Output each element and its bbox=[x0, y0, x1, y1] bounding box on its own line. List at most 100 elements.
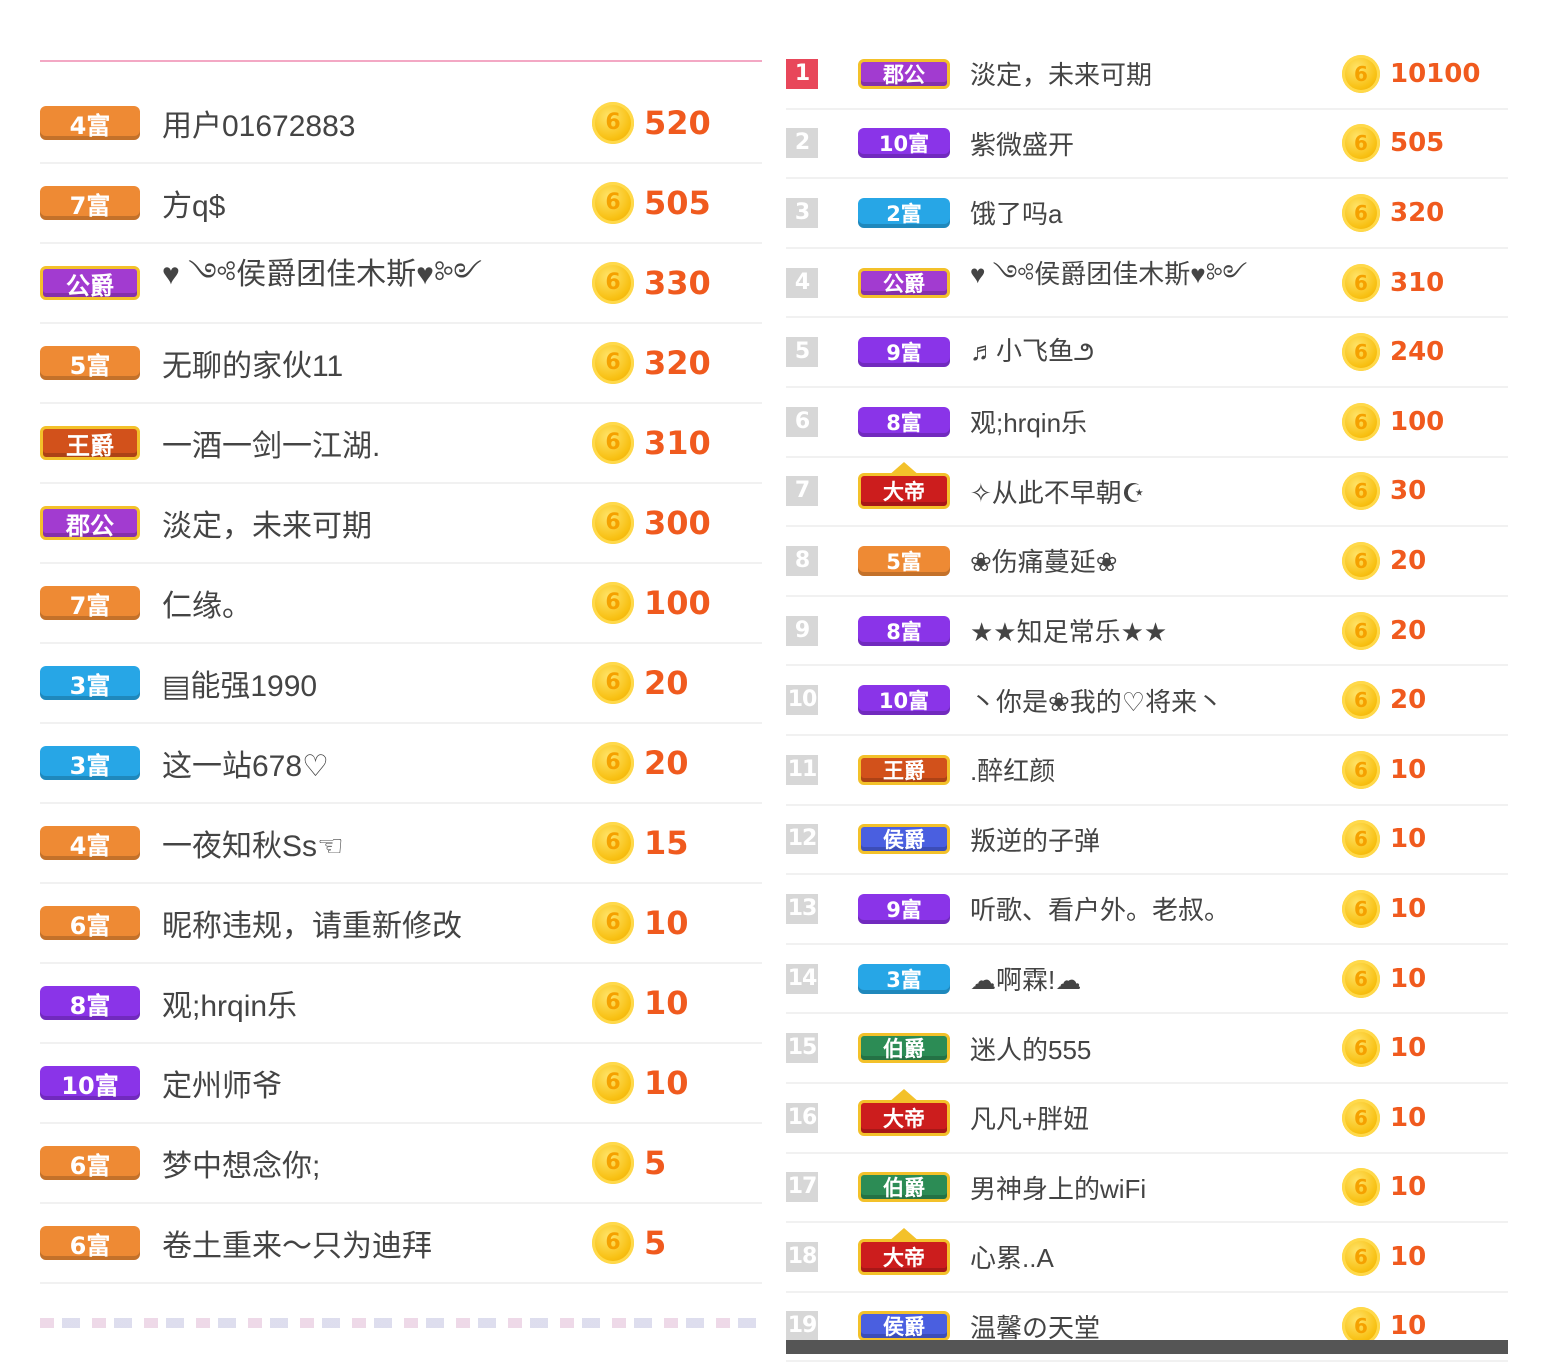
ranking-item[interactable]: 1 郡公 淡定，未来可期 6 10100 bbox=[786, 40, 1508, 110]
list-item[interactable]: 10富 定州师爷 6 10 bbox=[40, 1044, 762, 1124]
gift-amount: 30 bbox=[1390, 476, 1427, 507]
coin-icon: 6 bbox=[592, 502, 634, 544]
level-badge: 9富 bbox=[858, 893, 950, 924]
gift-value: 6 10 bbox=[592, 1062, 764, 1104]
ranking-item[interactable]: 13 9富 听歌、看户外。老叔。 6 10 bbox=[786, 875, 1508, 945]
level-badge: 郡公 bbox=[858, 58, 950, 89]
rank-number: 3 bbox=[786, 197, 818, 228]
gift-amount: 20 bbox=[644, 664, 689, 702]
gift-value: 6 10 bbox=[592, 982, 764, 1024]
level-badge: 王爵 bbox=[858, 754, 950, 785]
gift-value: 6 10 bbox=[1342, 889, 1510, 928]
ranking-item[interactable]: 4 公爵 ♥ ༺侯爵团佳木斯♥༻ 6 310 bbox=[786, 249, 1508, 319]
level-badge: 3富 bbox=[858, 963, 950, 994]
list-item[interactable]: 5富 无聊的家伙11 6 320 bbox=[40, 324, 762, 404]
ranking-item[interactable]: 6 8富 观;hrqin乐 6 100 bbox=[786, 388, 1508, 458]
list-item[interactable]: 7富 方q$ 6 505 bbox=[40, 164, 762, 244]
rank-number: 19 bbox=[786, 1311, 818, 1342]
ranking-item[interactable]: 14 3富 ☁啊霖!☁ 6 10 bbox=[786, 945, 1508, 1015]
level-badge: 郡公 bbox=[40, 506, 140, 540]
level-badge: 王爵 bbox=[40, 426, 140, 460]
ranking-item[interactable]: 7 大帝 ✧从此不早朝☪ 6 30 bbox=[786, 458, 1508, 528]
coin-icon: 6 bbox=[592, 1142, 634, 1184]
list-item[interactable]: 7富 仁缘。 6 100 bbox=[40, 564, 762, 644]
list-divider bbox=[40, 60, 762, 62]
gift-amount: 505 bbox=[644, 184, 711, 222]
level-badge: 4富 bbox=[40, 826, 140, 860]
ranking-item[interactable]: 17 伯爵 男神身上的wiFi 6 10 bbox=[786, 1154, 1508, 1224]
level-badge: 8富 bbox=[40, 986, 140, 1020]
level-badge: 大帝 bbox=[858, 473, 950, 510]
gift-value: 6 300 bbox=[592, 502, 764, 544]
rank-number: 7 bbox=[786, 476, 818, 507]
coin-icon: 6 bbox=[592, 902, 634, 944]
level-badge: 2富 bbox=[858, 197, 950, 228]
gift-amount: 10 bbox=[1390, 1102, 1427, 1133]
list-item[interactable]: 3富 这一站678♡ 6 20 bbox=[40, 724, 762, 804]
list-item[interactable]: 王爵 一酒一剑一江湖. 6 310 bbox=[40, 404, 762, 484]
ranking-item[interactable]: 18 大帝 心累..A 6 10 bbox=[786, 1223, 1508, 1293]
ranking-item[interactable]: 15 伯爵 迷人的555 6 10 bbox=[786, 1014, 1508, 1084]
rank-number: 18 bbox=[786, 1241, 818, 1272]
level-badge: 7富 bbox=[40, 586, 140, 620]
coin-icon: 6 bbox=[592, 102, 634, 144]
gift-value: 65 bbox=[592, 1222, 764, 1264]
list-item[interactable]: 郡公 淡定，未来可期 6 300 bbox=[40, 484, 762, 564]
coin-icon: 6 bbox=[1342, 472, 1380, 511]
coin-icon: 6 bbox=[1342, 1098, 1380, 1137]
ranking-item[interactable]: 2 10富 紫微盛开 6 505 bbox=[786, 110, 1508, 180]
coin-icon: 6 bbox=[1342, 333, 1380, 372]
rank-number: 2 bbox=[786, 128, 818, 159]
ranking-item[interactable]: 3 2富 饿了吗a 6 320 bbox=[786, 179, 1508, 249]
ranking-item[interactable]: 16 大帝 凡凡+胖妞 6 10 bbox=[786, 1084, 1508, 1154]
ranking-item[interactable]: 12 侯爵 叛逆的子弹 6 10 bbox=[786, 806, 1508, 876]
list-item[interactable]: 3富 ▤能强1990 6 20 bbox=[40, 644, 762, 724]
ranking-item[interactable]: 9 8富 ★★知足常乐★★ 6 20 bbox=[786, 597, 1508, 667]
coin-icon: 6 bbox=[1342, 124, 1380, 163]
gift-value: 6 15 bbox=[592, 822, 764, 864]
gift-amount: 10 bbox=[1390, 1033, 1427, 1064]
coin-icon: 6 bbox=[592, 342, 634, 384]
coin-icon: 6 bbox=[592, 182, 634, 224]
list-item[interactable]: 6富 昵称违规，请重新修改 6 10 bbox=[40, 884, 762, 964]
ranking-item[interactable]: 8 5富 ❀伤痛蔓延❀ 6 20 bbox=[786, 527, 1508, 597]
gift-value: 6 10 bbox=[1342, 1029, 1510, 1068]
list-item[interactable]: 8富 观;hrqin乐 6 10 bbox=[40, 964, 762, 1044]
gift-amount: 10 bbox=[644, 904, 689, 942]
gift-value: 6 505 bbox=[1342, 124, 1510, 163]
gift-value: 6 100 bbox=[592, 582, 764, 624]
gift-amount: 10 bbox=[1390, 1172, 1427, 1203]
gift-value: 6 310 bbox=[592, 422, 764, 464]
level-badge: 10富 bbox=[40, 1066, 140, 1100]
gift-amount: 15 bbox=[644, 824, 689, 862]
gift-amount: 310 bbox=[644, 424, 711, 462]
coin-icon: 6 bbox=[592, 982, 634, 1024]
ranking-item[interactable]: 10 10富 丶你是❀我的♡将来丶 6 20 bbox=[786, 666, 1508, 736]
rank-number: 12 bbox=[786, 824, 818, 855]
gift-value: 6 10 bbox=[1342, 750, 1510, 789]
level-badge: 6富 bbox=[40, 1146, 140, 1180]
list-item[interactable]: 4富 一夜知秋Ss☜ 6 15 bbox=[40, 804, 762, 884]
gift-amount: 100 bbox=[1390, 406, 1445, 437]
coin-icon: 6 bbox=[1342, 611, 1380, 650]
coin-icon: 6 bbox=[592, 582, 634, 624]
level-badge: 4富 bbox=[40, 106, 140, 140]
gift-amount: 330 bbox=[644, 264, 711, 302]
coin-icon: 6 bbox=[1342, 263, 1380, 302]
rank-number: 13 bbox=[786, 893, 818, 924]
gift-amount: 5 bbox=[644, 1144, 667, 1182]
rank-number: 1 bbox=[786, 58, 818, 89]
gift-amount: 20 bbox=[644, 744, 689, 782]
level-badge: 6富 bbox=[40, 1226, 140, 1260]
gift-value: 6 520 bbox=[592, 102, 764, 144]
gift-amount: 320 bbox=[644, 344, 711, 382]
list-item[interactable]: 6富 梦中想念你; 6 5 bbox=[40, 1124, 762, 1204]
list-item[interactable]: 4富 用户01672883 6 520 bbox=[40, 84, 762, 164]
level-badge: 大帝 bbox=[858, 1099, 950, 1136]
list-item[interactable]: 公爵 ♥ ༺侯爵团佳木斯♥༻ 6 330 bbox=[40, 244, 762, 324]
level-badge: 伯爵 bbox=[858, 1033, 950, 1064]
ranking-item[interactable]: 5 9富 ♬小飞鱼౨ 6 240 bbox=[786, 318, 1508, 388]
rank-number: 10 bbox=[786, 685, 818, 716]
ranking-item[interactable]: 11 王爵 .醉红颜 6 10 bbox=[786, 736, 1508, 806]
list-item[interactable]: 6富 卷土重来～只为迪拜 6 5 bbox=[40, 1204, 762, 1284]
